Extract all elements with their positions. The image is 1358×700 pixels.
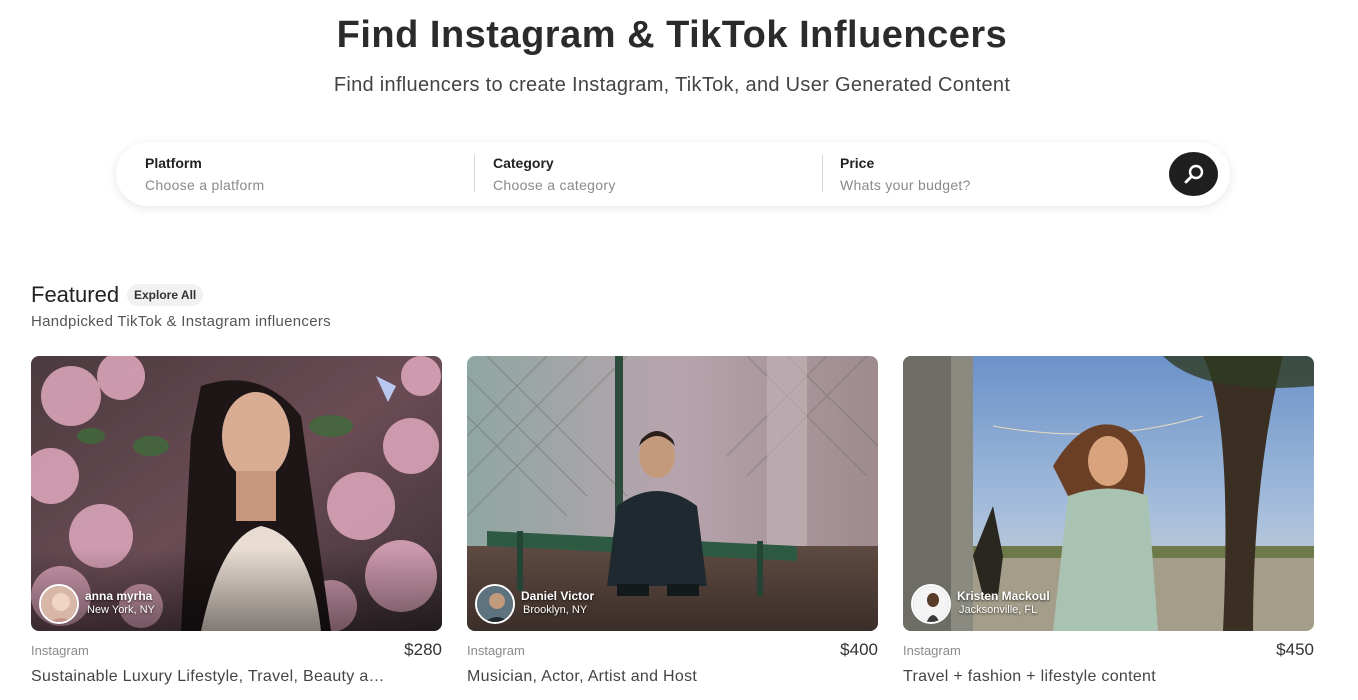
platform-field[interactable]: Platform Choose a platform (145, 142, 465, 206)
avatar (911, 584, 951, 624)
search-icon (1184, 164, 1203, 184)
card-platform: Instagram (903, 643, 961, 658)
featured-heading: Featured (31, 282, 120, 307)
divider (474, 155, 475, 192)
divider (822, 155, 823, 192)
creator-location: Brooklyn, NY (523, 604, 588, 616)
price-label: Price (840, 155, 875, 171)
card-description: Travel + fashion + lifestyle content (903, 668, 1157, 685)
category-field[interactable]: Category Choose a category (493, 142, 813, 206)
creator-name: anna myrha (85, 589, 153, 603)
avatar (39, 584, 79, 624)
creator-location: Jacksonville, FL (959, 604, 1038, 616)
influencer-card[interactable]: Daniel Victor Brooklyn, NY Instagram $40… (467, 356, 878, 696)
explore-all-button[interactable]: Explore All (127, 284, 204, 306)
card-description: Sustainable Luxury Lifestyle, Travel, Be… (31, 668, 391, 685)
influencer-card[interactable]: Kristen Mackoul Jacksonville, FL Instagr… (903, 356, 1314, 696)
card-platform: Instagram (31, 643, 89, 658)
creator-location: New York, NY (87, 604, 155, 616)
category-placeholder: Choose a category (493, 177, 616, 193)
creator-name: Daniel Victor (521, 589, 595, 603)
featured-subtitle: Handpicked TikTok & Instagram influencer… (31, 313, 331, 330)
influencer-photo: anna myrha New York, NY (31, 356, 442, 631)
card-platform: Instagram (467, 643, 525, 658)
influencer-photo: Daniel Victor Brooklyn, NY (467, 356, 878, 631)
platform-placeholder: Choose a platform (145, 177, 265, 193)
search-bar: Platform Choose a platform Category Choo… (116, 142, 1230, 206)
card-price: $450 (1276, 640, 1314, 659)
category-label: Category (493, 155, 554, 171)
influencer-photo: Kristen Mackoul Jacksonville, FL (903, 356, 1314, 631)
page-title: Find Instagram & TikTok Influencers (336, 14, 1008, 56)
price-field[interactable]: Price Whats your budget? (840, 142, 1160, 206)
card-price: $400 (840, 640, 878, 659)
avatar (475, 584, 515, 624)
card-price: $280 (404, 640, 442, 659)
influencer-card[interactable]: anna myrha New York, NY Instagram $280 S… (31, 356, 442, 696)
price-placeholder: Whats your budget? (840, 177, 971, 193)
creator-name: Kristen Mackoul (957, 589, 1050, 603)
platform-label: Platform (145, 155, 202, 171)
card-description: Musician, Actor, Artist and Host (467, 668, 698, 685)
page-subtitle: Find influencers to create Instagram, Ti… (333, 74, 1011, 96)
search-button[interactable] (1169, 152, 1218, 196)
